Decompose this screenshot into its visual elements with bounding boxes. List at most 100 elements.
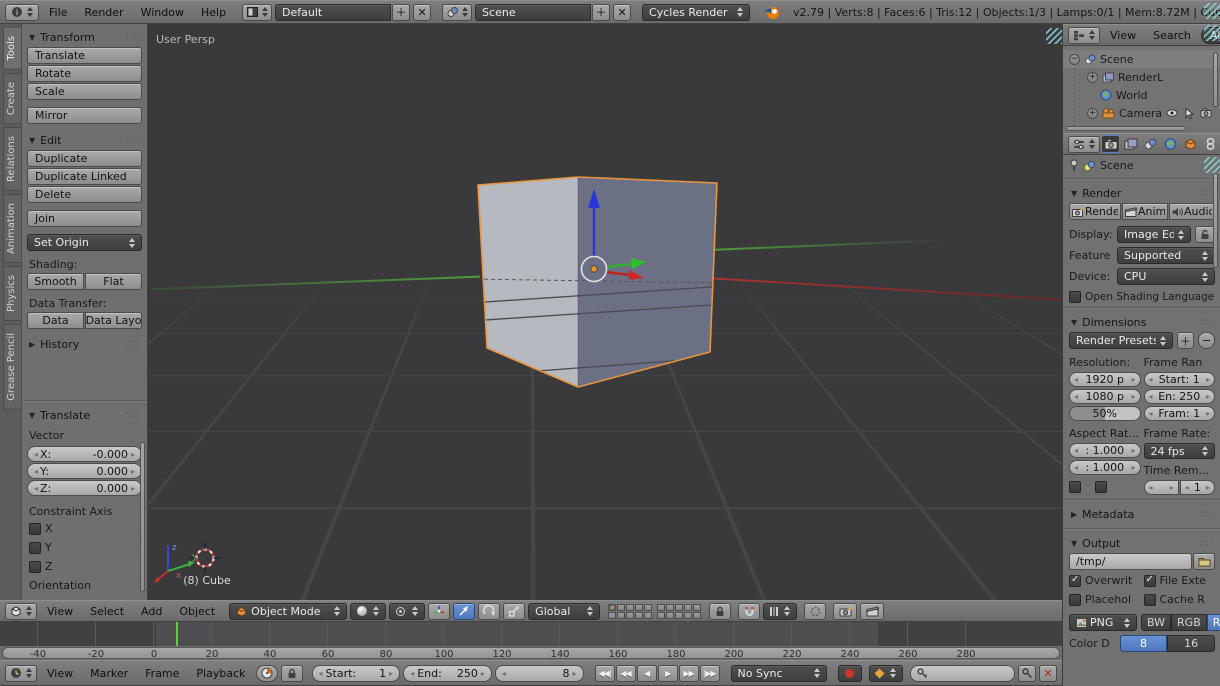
shade-smooth-button[interactable]: Smooth	[27, 273, 84, 290]
next-keyframe-button[interactable]: ▶▶	[679, 665, 699, 682]
layer-cell[interactable]	[617, 612, 625, 619]
layer-cell[interactable]	[626, 612, 634, 619]
editor-type-button-outliner[interactable]	[1068, 27, 1100, 44]
display-mode-select[interactable]: Image Ed	[1117, 226, 1191, 243]
device-select[interactable]: CPU	[1117, 268, 1215, 285]
resolution-y-field[interactable]: ◂1080 p▸	[1069, 389, 1141, 404]
border-checkbox[interactable]	[1069, 481, 1081, 493]
depth-16-toggle[interactable]: 16	[1167, 635, 1215, 652]
data-transfer-layout-button[interactable]: Data Layo	[85, 312, 142, 329]
tab-render[interactable]	[1101, 135, 1120, 153]
previous-keyframe-button[interactable]: ◀◀	[616, 665, 636, 682]
pivot-point-select[interactable]	[389, 603, 425, 620]
opengl-render-animation-button[interactable]	[860, 603, 884, 620]
outliner-item-camera[interactable]: + Camera	[1063, 104, 1220, 122]
frame-start-field[interactable]: ◂Start: 1▸	[1144, 372, 1216, 387]
tab-constraints[interactable]	[1201, 135, 1220, 153]
expand-icon[interactable]: +	[1087, 72, 1098, 83]
layer-cell[interactable]	[693, 604, 701, 611]
render-still-button[interactable]: Rende	[1069, 203, 1121, 220]
delete-scene-button[interactable]: ✕	[613, 4, 631, 21]
screen-layout-name-field[interactable]: Default	[275, 4, 391, 21]
visibility-eye-icon[interactable]	[1166, 108, 1178, 118]
rgba-toggle[interactable]: RGB	[1207, 614, 1220, 631]
panel-header-output[interactable]: ▼Output∷∷	[1069, 534, 1215, 553]
panel-header-metadata[interactable]: ▶Metadata∷∷	[1069, 505, 1215, 524]
layer-cell[interactable]	[684, 612, 692, 619]
time-remap-new-field[interactable]: ◂1▸	[1180, 480, 1215, 495]
outliner-vertical-scrollbar[interactable]	[1213, 52, 1218, 107]
layer-cell[interactable]	[635, 612, 643, 619]
set-origin-dropdown[interactable]: Set Origin	[27, 234, 142, 251]
tool-shelf-scrollbar[interactable]	[140, 442, 145, 592]
tool-tab-tools[interactable]: Tools	[3, 27, 21, 70]
sync-select[interactable]: No Sync	[731, 665, 827, 682]
translate-button[interactable]: Translate	[27, 47, 142, 64]
delete-keyframe-button[interactable]: ✕	[1039, 665, 1057, 682]
menu-render[interactable]: Render	[77, 6, 130, 19]
lock-to-scene-button[interactable]	[709, 603, 731, 620]
panel-header-operator[interactable]: ▼Translate∷∷	[27, 406, 142, 425]
active-keying-set-field[interactable]	[910, 665, 1015, 682]
layer-cell[interactable]	[675, 612, 683, 619]
tab-render-layers[interactable]	[1121, 135, 1140, 153]
outliner-horizontal-scrollbar[interactable]	[1066, 126, 1186, 131]
manipulator-scale-button[interactable]	[503, 603, 525, 620]
vector-z-field[interactable]: ◂Z:0.000▸	[27, 480, 142, 496]
tool-tab-physics[interactable]: Physics	[3, 266, 21, 321]
add-scene-button[interactable]: ＋	[592, 4, 610, 21]
rgb-toggle[interactable]: RGB	[1171, 614, 1207, 631]
mode-select[interactable]: Object Mode	[229, 603, 347, 620]
menu-view[interactable]: View	[1103, 29, 1143, 42]
duplicate-button[interactable]: Duplicate	[27, 150, 142, 167]
transform-orientation-select[interactable]: Global	[528, 603, 600, 620]
feature-set-select[interactable]: Supported	[1117, 247, 1215, 264]
layer-cell[interactable]	[657, 612, 665, 619]
panel-header-render[interactable]: ▼Render∷∷	[1069, 184, 1215, 203]
panel-header-edit[interactable]: ▼Edit∷∷	[27, 131, 142, 150]
preview-range-button[interactable]	[256, 665, 278, 682]
menu-add[interactable]: Add	[134, 605, 169, 618]
tool-tab-create[interactable]: Create	[3, 73, 21, 124]
duplicate-linked-button[interactable]: Duplicate Linked	[27, 168, 142, 185]
outliner-item-world[interactable]: World	[1063, 86, 1220, 104]
jump-to-start-button[interactable]: ◀◀|	[595, 665, 615, 682]
manipulator-x-arrow[interactable]	[606, 272, 630, 275]
constraint-z-checkbox[interactable]	[29, 561, 41, 573]
render-animation-button[interactable]: Anima	[1122, 203, 1168, 220]
menu-object[interactable]: Object	[172, 605, 222, 618]
proportional-edit-button[interactable]	[804, 603, 826, 620]
menu-marker[interactable]: Marker	[83, 667, 135, 680]
menu-view[interactable]: View	[40, 605, 80, 618]
frame-rate-select[interactable]: 24 fps	[1144, 443, 1216, 459]
viewport-area[interactable]: User Persp z y x (8) Cube ToolsCreateRel…	[0, 24, 1062, 622]
add-preset-button[interactable]: ＋	[1177, 332, 1194, 349]
crop-checkbox[interactable]	[1095, 481, 1107, 493]
layer-cell[interactable]	[626, 604, 634, 611]
scene-browse-button[interactable]	[442, 4, 472, 21]
render-audio-button[interactable]: Audio	[1169, 203, 1215, 220]
layer-cell[interactable]	[657, 604, 665, 611]
editor-type-button-timeline[interactable]	[5, 665, 37, 682]
timeline-playhead[interactable]	[176, 622, 178, 646]
frame-step-field[interactable]: ◂Fram: 1▸	[1144, 406, 1216, 421]
file-format-select[interactable]: PNG	[1069, 614, 1137, 631]
transform-manipulator[interactable]	[540, 184, 660, 304]
layer-cell[interactable]	[608, 604, 616, 611]
layer-cell[interactable]	[666, 612, 674, 619]
play-reverse-button[interactable]: ◀	[637, 665, 657, 682]
resolution-percentage-slider[interactable]: 50%	[1069, 406, 1141, 421]
overwrite-checkbox[interactable]	[1069, 575, 1081, 587]
outliner-item-renderlayers[interactable]: + RenderL	[1063, 68, 1220, 86]
layer-cell[interactable]	[693, 612, 701, 619]
menu-help[interactable]: Help	[194, 6, 233, 19]
tab-scene[interactable]	[1141, 135, 1160, 153]
resolution-x-field[interactable]: ◂1920 p▸	[1069, 372, 1141, 387]
timeline-track[interactable]	[0, 622, 1062, 646]
constraint-x-checkbox[interactable]	[29, 523, 41, 535]
delete-layout-button[interactable]: ✕	[413, 4, 431, 21]
opengl-render-button[interactable]	[833, 603, 857, 620]
3d-cursor[interactable]	[187, 540, 223, 576]
pin-icon[interactable]	[1069, 159, 1079, 172]
constraint-y-checkbox[interactable]	[29, 542, 41, 554]
